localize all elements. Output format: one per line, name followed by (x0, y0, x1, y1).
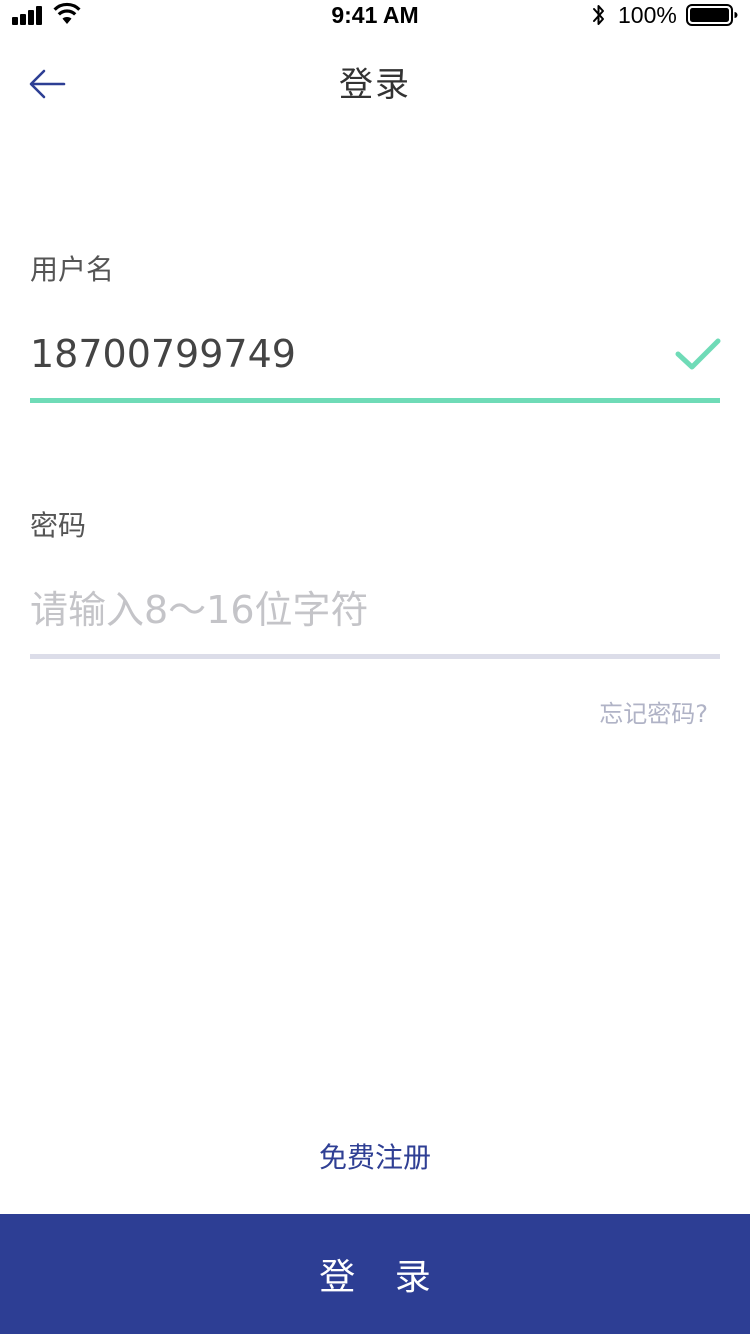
password-underline (30, 654, 720, 659)
check-icon (675, 338, 721, 370)
username-input[interactable] (30, 324, 660, 384)
username-underline (30, 398, 720, 403)
username-label: 用户名 (30, 253, 115, 286)
status-bar: 9:41 AM 100% (0, 0, 750, 30)
bluetooth-icon (593, 5, 604, 25)
battery-percent: 100% (618, 2, 677, 28)
password-input[interactable] (30, 580, 660, 640)
password-label: 密码 (30, 509, 87, 542)
battery-icon (686, 4, 738, 26)
register-link[interactable]: 免费注册 (0, 1138, 750, 1178)
forgot-password-link[interactable]: 忘记密码? (599, 698, 708, 730)
page-title: 登录 (339, 65, 411, 105)
login-button[interactable]: 登 录 (0, 1214, 750, 1334)
